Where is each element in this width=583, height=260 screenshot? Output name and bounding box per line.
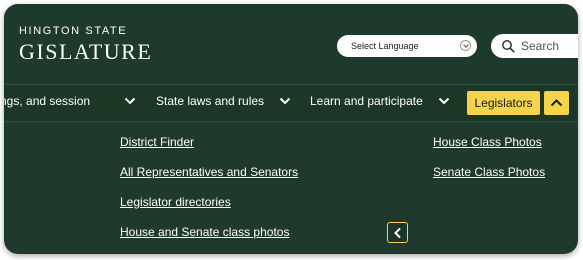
nav-item-state-laws[interactable]: State laws and rules (156, 94, 264, 108)
nav-item-learn-participate[interactable]: Learn and participate (310, 94, 423, 108)
nav-item-meetings-session[interactable]: ngs, and session (4, 94, 90, 108)
chevron-up-icon (550, 99, 563, 107)
chevron-down-icon[interactable] (124, 96, 136, 106)
select-caret-icon (460, 40, 471, 51)
link-all-representatives-senators[interactable]: All Representatives and Senators (120, 165, 298, 179)
language-select-value: Select Language (351, 41, 419, 51)
link-house-class-photos[interactable]: House Class Photos (433, 135, 542, 149)
language-select[interactable]: Select Language (337, 35, 477, 57)
chevron-down-icon[interactable] (438, 96, 450, 106)
collapse-menu-button[interactable] (544, 91, 569, 115)
site-header: HINGTON STATE GISLATURE Select Language … (4, 4, 578, 80)
chevron-down-icon[interactable] (279, 96, 291, 106)
scroll-left-button[interactable] (387, 222, 408, 243)
main-nav: ngs, and session State laws and rules Le… (4, 84, 578, 122)
nav-item-legislators[interactable]: Legislators (467, 91, 540, 115)
chevron-left-icon (394, 227, 401, 239)
link-district-finder[interactable]: District Finder (120, 135, 194, 149)
site-name-top: HINGTON STATE (19, 25, 128, 37)
search-icon (502, 40, 515, 53)
search-placeholder: Search (521, 39, 560, 53)
search-input[interactable]: Search (491, 34, 578, 58)
site-name-main[interactable]: GISLATURE (19, 39, 152, 65)
link-senate-class-photos[interactable]: Senate Class Photos (433, 165, 545, 179)
link-legislator-directories[interactable]: Legislator directories (120, 195, 231, 209)
link-house-senate-class-photos[interactable]: House and Senate class photos (120, 225, 289, 239)
legislature-site-card: HINGTON STATE GISLATURE Select Language … (4, 4, 578, 254)
